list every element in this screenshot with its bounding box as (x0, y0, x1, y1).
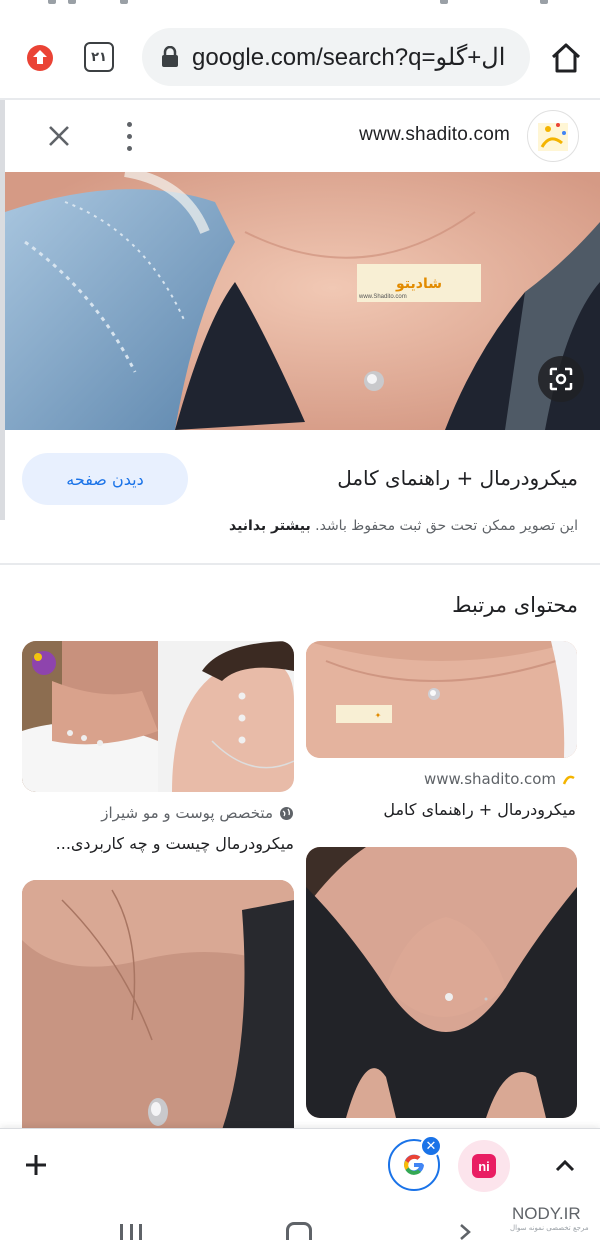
browser-toolbar: ۲۱ google.com/search?q=ال+گلو (0, 18, 600, 98)
address-bar[interactable]: google.com/search?q=ال+گلو (142, 28, 530, 86)
lens-icon (549, 367, 573, 391)
recent-line (129, 1224, 133, 1240)
system-home-button[interactable] (286, 1222, 312, 1240)
ni-app-button[interactable]: ni (458, 1140, 510, 1192)
svg-text:شادیتو: شادیتو (395, 276, 442, 292)
home-button[interactable] (22, 40, 58, 76)
photo-watermark: شادیتو www.Shadito.com (357, 264, 481, 302)
recent-line (120, 1224, 123, 1240)
status-icon (540, 0, 548, 4)
plus-icon[interactable] (20, 1149, 52, 1181)
recent-line (139, 1224, 142, 1240)
chevron-up-icon[interactable] (550, 1151, 580, 1181)
status-icon (440, 0, 448, 4)
bottom-toolbar: ✕ ni (0, 1128, 600, 1200)
source-site-name[interactable]: www.shadito.com (359, 124, 510, 146)
related-title-1[interactable]: میکرودرمال + راهنمای کامل (383, 800, 576, 819)
more-dot (126, 133, 132, 139)
ni-icon: ni (472, 1154, 496, 1178)
learn-more-link[interactable]: بیشتر بدانید (229, 518, 311, 534)
nody-tagline: مرجع تخصصی نمونه سوال (510, 1224, 589, 1232)
more-vert-icon (126, 121, 132, 127)
svg-text:www.Shadito.com: www.Shadito.com (358, 294, 407, 300)
section-divider (0, 563, 600, 565)
more-dot (126, 145, 132, 151)
site-favicon-icon (562, 775, 575, 785)
image-viewer-header: www.shadito.com (5, 100, 600, 172)
status-icon (120, 0, 128, 4)
visit-page-button[interactable]: دیدن صفحه (22, 453, 188, 505)
related-image-3[interactable] (22, 880, 294, 1130)
globe-icon (280, 806, 293, 820)
related-heading: محتوای مرتبط (452, 593, 578, 617)
google-icon (404, 1154, 424, 1175)
copyright-text: این تصویر ممکن تحت حق ثبت محفوظ باشد. (315, 518, 578, 534)
status-bar (0, 0, 600, 10)
related-source-1: www.shadito.com (424, 770, 576, 788)
recent-apps-button[interactable] (120, 1224, 142, 1240)
home-icon (27, 45, 53, 71)
more-options-button[interactable] (117, 118, 141, 154)
lens-search-button[interactable] (538, 356, 584, 402)
back-icon[interactable] (455, 1222, 475, 1240)
copyright-notice: این تصویر ممکن تحت حق ثبت محفوظ باشد. بی… (229, 518, 578, 534)
status-icon (48, 0, 56, 4)
close-button[interactable] (43, 120, 75, 152)
main-image[interactable]: شادیتو www.Shadito.com (5, 172, 600, 430)
nody-watermark: NODY.IR (512, 1204, 581, 1223)
url-text: google.com/search?q=ال+گلو (192, 43, 506, 71)
related-title-2[interactable]: میکرودرمال چیست و چه کاربردی... (56, 834, 294, 853)
related-source-2: متخصص پوست و مو شیراز (101, 804, 294, 822)
related-image-2[interactable] (22, 641, 294, 792)
system-nav-bar (0, 1200, 600, 1240)
close-icon (49, 126, 69, 146)
related-image-1[interactable]: ✦ (306, 641, 577, 758)
site-logo (527, 110, 579, 162)
related-image-4[interactable] (306, 847, 577, 1118)
svg-text:✦: ✦ (375, 711, 382, 720)
lock-icon (162, 46, 178, 67)
tab-switcher-button[interactable]: ۲۱ (84, 42, 114, 72)
image-title: میکرودرمال + راهنمای کامل (337, 466, 578, 490)
chrome-home-icon[interactable] (548, 40, 584, 76)
close-badge-icon[interactable]: ✕ (420, 1135, 442, 1157)
tab-count: ۲۱ (91, 49, 107, 65)
status-icon (68, 0, 76, 4)
